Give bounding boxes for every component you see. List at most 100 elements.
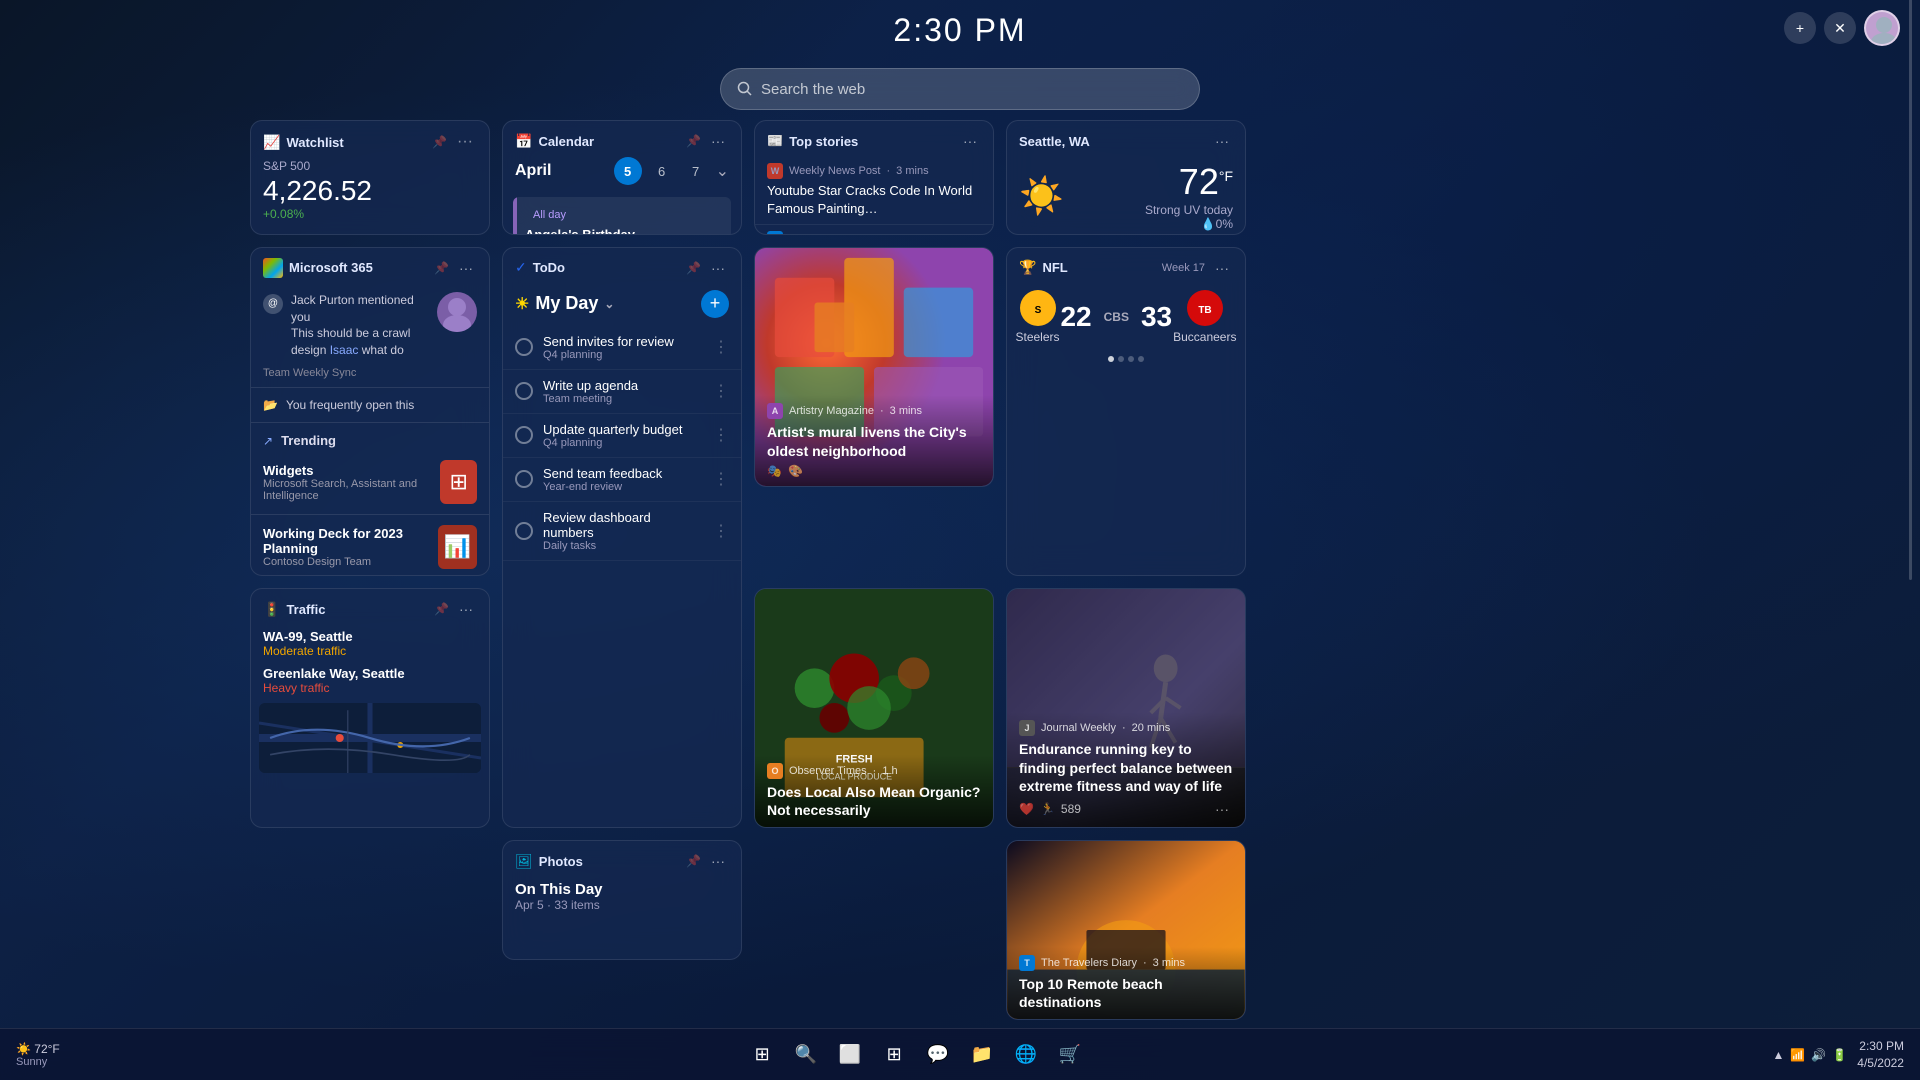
taskbar-taskview-button[interactable]: ⬜ xyxy=(832,1037,868,1073)
search-input[interactable] xyxy=(761,81,1183,98)
team-buccaneers: TB Buccaneers xyxy=(1173,290,1236,344)
taskbar-start-button[interactable]: ⊞ xyxy=(744,1037,780,1073)
artist-source: A Artistry Magazine · 3 mins xyxy=(767,403,981,419)
dot-1 xyxy=(1108,356,1114,362)
todo-info-2: Update quarterly budget Q4 planning xyxy=(543,422,703,449)
todo-checkbox-4[interactable] xyxy=(515,522,533,540)
todo-item-more-1[interactable]: ⋮ xyxy=(713,381,729,401)
minimize-button[interactable]: ✕ xyxy=(1824,12,1856,44)
top-stories-card: 📰 Top stories ··· W Weekly News Post · 3… xyxy=(754,120,994,235)
todo-item-more-2[interactable]: ⋮ xyxy=(713,425,729,445)
journal-reactions: ❤️🏃 589 ··· xyxy=(1019,799,1233,819)
score-line: 22 CBS 33 xyxy=(1060,301,1172,333)
trending-row: ↗ Trending xyxy=(251,427,489,454)
traffic-location-1: WA-99, Seattle xyxy=(263,629,477,644)
todo-title: ToDo xyxy=(533,260,565,275)
widgets-row: Widgets Microsoft Search, Assistant and … xyxy=(251,454,489,510)
battery-icon: 🔋 xyxy=(1832,1048,1847,1062)
dot-3 xyxy=(1128,356,1134,362)
top-stories-more-button[interactable]: ··· xyxy=(959,131,981,151)
travel-title: Top 10 Remote beach destinations xyxy=(1019,975,1233,1011)
avatar[interactable] xyxy=(1864,10,1900,46)
mention-avatar xyxy=(437,292,477,332)
todo-info-1: Write up agenda Team meeting xyxy=(543,378,703,405)
artist-title: Artist's mural livens the City's oldest … xyxy=(767,423,981,459)
news-title-0: Youtube Star Cracks Code In World Famous… xyxy=(767,182,981,218)
clock: 2:30 PM xyxy=(893,12,1026,49)
search-icon xyxy=(737,81,753,97)
score-cbs: CBS xyxy=(1104,310,1129,324)
taskbar-search-button[interactable]: 🔍 xyxy=(788,1037,824,1073)
add-task-button[interactable]: + xyxy=(701,290,729,318)
todo-pin-icon: 📌 xyxy=(686,261,701,275)
weather-card: Seattle, WA ··· ☀️ 72°F Strong UV today … xyxy=(1006,120,1246,235)
photos-more-button[interactable]: ··· xyxy=(707,851,729,871)
travel-badge: T xyxy=(1019,955,1035,971)
traffic-map xyxy=(259,703,481,773)
taskbar-store-button[interactable]: 🛒 xyxy=(1052,1037,1088,1073)
search-bar[interactable] xyxy=(720,68,1200,110)
todo-item-more-0[interactable]: ⋮ xyxy=(713,337,729,357)
dot-2 xyxy=(1118,356,1124,362)
news-source-1: X XYZ News · 3 mins xyxy=(767,231,981,234)
divider2 xyxy=(251,422,489,423)
todo-task-2: Update quarterly budget xyxy=(543,422,703,437)
myday-label: My Day xyxy=(535,293,598,314)
taskbar-time: 2:30 PM 4/5/2022 xyxy=(1857,1038,1904,1072)
traffic-status-1: Moderate traffic xyxy=(263,644,477,658)
traffic-location-2: Greenlake Way, Seattle xyxy=(263,666,477,681)
widget-grid: 📈 Watchlist 📌 ··· S&P 500 4,226.52 +0.08… xyxy=(230,120,1920,1020)
journal-title: Endurance running key to finding perfect… xyxy=(1019,740,1233,795)
cal-expand-icon[interactable]: ⌄ xyxy=(716,161,729,181)
photos-card: 🖼 Photos 📌 ··· On This Day Apr 5 · 33 it… xyxy=(502,840,742,960)
watchlist-more-button[interactable]: ··· xyxy=(453,131,477,153)
score-team1: 22 xyxy=(1060,301,1091,333)
taskbar-explorer-button[interactable]: 📁 xyxy=(964,1037,1000,1073)
todo-sub-4: Daily tasks xyxy=(543,540,703,552)
todo-task-3: Send team feedback xyxy=(543,466,703,481)
m365-more-button[interactable]: ··· xyxy=(455,258,477,278)
weather-more-button[interactable]: ··· xyxy=(1211,131,1233,151)
watchlist-title: Watchlist xyxy=(286,135,343,150)
steelers-logo: S xyxy=(1020,290,1056,326)
widgets-thumb: ⊞ xyxy=(440,460,477,504)
taskbar-chat-button[interactable]: 💬 xyxy=(920,1037,956,1073)
taskbar-widgets-button[interactable]: ⊞ xyxy=(876,1037,912,1073)
steelers-name: Steelers xyxy=(1015,330,1059,344)
team-steelers: S Steelers xyxy=(1015,290,1059,344)
todo-checkbox-1[interactable] xyxy=(515,382,533,400)
frequent-text: You frequently open this xyxy=(286,398,414,412)
divider3 xyxy=(251,514,489,515)
news-item-1: X XYZ News · 3 mins Local Woman Discover… xyxy=(755,225,993,234)
add-button[interactable]: + xyxy=(1784,12,1816,44)
todo-task-4: Review dashboard numbers xyxy=(543,510,703,540)
nfl-more-button[interactable]: ··· xyxy=(1211,258,1233,278)
taskbar-edge-button[interactable]: 🌐 xyxy=(1008,1037,1044,1073)
todo-item-1: Write up agenda Team meeting ⋮ xyxy=(503,370,741,414)
news-badge-1: X xyxy=(767,231,783,234)
todo-checkbox-0[interactable] xyxy=(515,338,533,356)
produce-badge: O xyxy=(767,763,783,779)
todo-item-2: Update quarterly budget Q4 planning ⋮ xyxy=(503,414,741,458)
todo-sub-2: Q4 planning xyxy=(543,437,703,449)
travel-overlay: T The Travelers Diary · 3 mins Top 10 Re… xyxy=(1007,947,1245,1019)
todo-item-more-3[interactable]: ⋮ xyxy=(713,469,729,489)
weather-header: Seattle, WA ··· xyxy=(1007,121,1245,157)
traffic-more-button[interactable]: ··· xyxy=(455,599,477,619)
journal-badge: J xyxy=(1019,720,1035,736)
taskbar-left: ☀️ 72°F Sunny xyxy=(16,1042,60,1068)
photos-section: On This Day xyxy=(515,881,729,898)
journal-overlay: J Journal Weekly · 20 mins Endurance run… xyxy=(1007,712,1245,827)
todo-checkbox-3[interactable] xyxy=(515,470,533,488)
traffic-pin-icon: 📌 xyxy=(434,602,449,616)
deck-title: Working Deck for 2023 Planning xyxy=(263,526,438,556)
todo-item-more-4[interactable]: ⋮ xyxy=(713,521,729,541)
cal-more-button[interactable]: ··· xyxy=(707,131,729,151)
buccaneers-name: Buccaneers xyxy=(1173,330,1236,344)
scroll-hint xyxy=(1909,0,1912,580)
journal-article-card: J Journal Weekly · 20 mins Endurance run… xyxy=(1006,588,1246,828)
top-right-controls: + ✕ xyxy=(1784,10,1900,46)
todo-more-button[interactable]: ··· xyxy=(707,258,729,278)
journal-more-button[interactable]: ··· xyxy=(1211,799,1233,819)
todo-checkbox-2[interactable] xyxy=(515,426,533,444)
